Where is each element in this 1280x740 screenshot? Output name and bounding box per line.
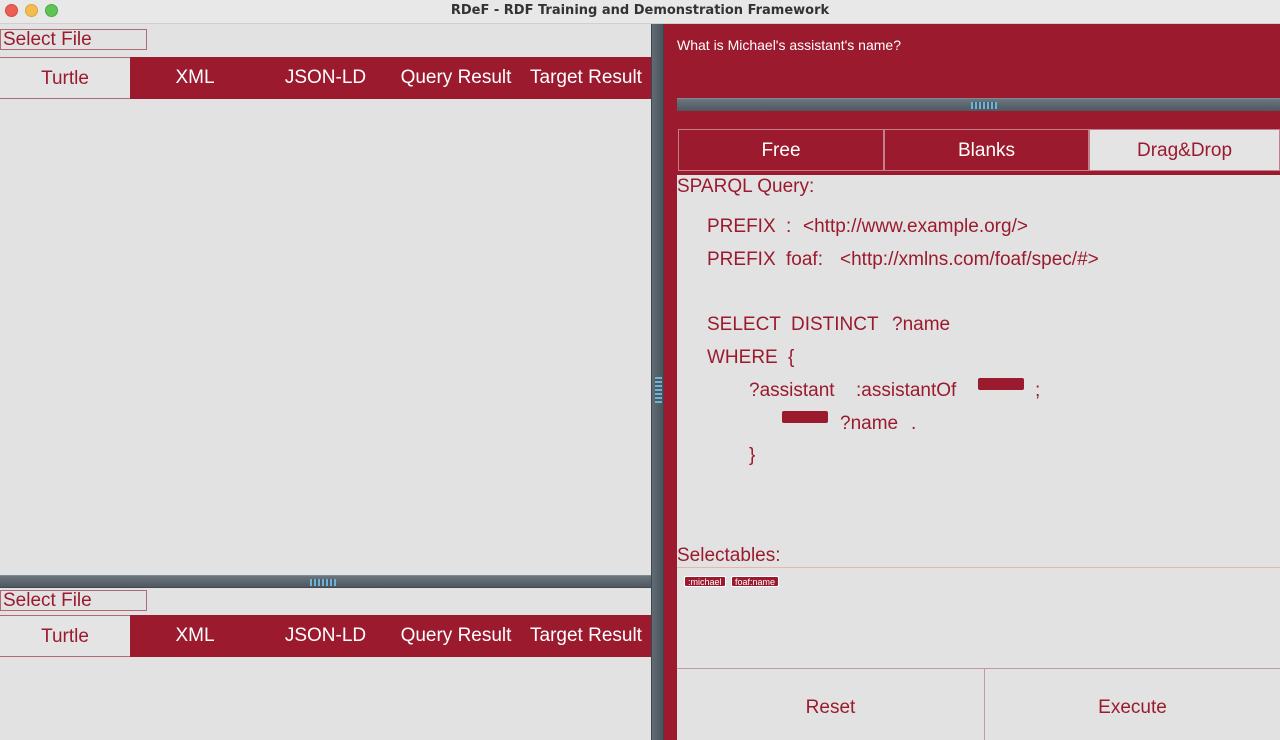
tab-blanks[interactable]: Blanks	[884, 129, 1089, 171]
window-title: RDeF - RDF Training and Demonstration Fr…	[450, 3, 830, 18]
tab-target-result-top[interactable]: Target Result	[521, 57, 651, 99]
tab-free[interactable]: Free	[678, 129, 884, 171]
action-buttons: Reset Execute	[677, 668, 1280, 740]
triple-terminator: .	[911, 413, 917, 434]
splitter-grip-icon	[971, 102, 997, 109]
prefix-namespace: foaf:	[786, 249, 823, 270]
tab-json-ld-top[interactable]: JSON-LD	[260, 57, 391, 99]
selectable-chip-foaf-name[interactable]: foaf:name	[731, 576, 780, 587]
drop-slot-object[interactable]	[978, 378, 1024, 390]
select-keyword: SELECT	[707, 314, 781, 335]
prefix-keyword: PREFIX	[707, 249, 776, 270]
selectables-divider	[677, 567, 1280, 568]
distinct-keyword: DISTINCT	[791, 314, 879, 335]
tab-drag-drop[interactable]: Drag&Drop	[1089, 129, 1280, 171]
select-file-button-bottom[interactable]: Select File	[0, 590, 147, 611]
tab-turtle-bottom[interactable]: Turtle	[0, 615, 130, 657]
select-file-button-top[interactable]: Select File	[0, 29, 147, 50]
selectable-chip-michael[interactable]: :michael	[684, 576, 726, 587]
triple-predicate: :assistantOf	[856, 380, 957, 401]
tab-query-result-top[interactable]: Query Result	[391, 57, 521, 99]
editor-area-bottom[interactable]	[0, 657, 651, 740]
format-tabs-top: Turtle XML JSON-LD Query Result Target R…	[0, 57, 651, 99]
selectables-label: Selectables:	[677, 545, 781, 566]
right-panel: What is Michael's assistant's name? Free…	[664, 24, 1280, 740]
splitter-grip-icon	[655, 377, 662, 403]
question-text: What is Michael's assistant's name?	[677, 37, 901, 53]
tab-xml-top[interactable]: XML	[130, 57, 260, 99]
query-builder: SPARQL Query: PREFIX : <http://www.examp…	[677, 175, 1280, 740]
prefix-iri: <http://xmlns.com/foaf/spec/#>	[840, 249, 1099, 270]
triple-separator: ;	[1035, 380, 1041, 401]
left-panel: Select File Turtle XML JSON-LD Query Res…	[0, 24, 651, 740]
title-bar: RDeF - RDF Training and Demonstration Fr…	[0, 0, 1280, 24]
sparql-query-label: SPARQL Query:	[677, 176, 815, 197]
splitter-grip-icon	[310, 579, 336, 586]
triple-subject: ?assistant	[749, 380, 835, 401]
editor-area-top[interactable]	[0, 99, 651, 575]
reset-button[interactable]: Reset	[677, 669, 985, 740]
prefix-keyword: PREFIX	[707, 216, 776, 237]
select-variable: ?name	[892, 314, 951, 335]
prefix-iri: <http://www.example.org/>	[803, 216, 1028, 237]
format-tabs-bottom: Turtle XML JSON-LD Query Result Target R…	[0, 615, 651, 657]
mode-tabs: Free Blanks Drag&Drop	[678, 129, 1280, 171]
drop-slot-predicate[interactable]	[782, 411, 828, 423]
horizontal-splitter-left[interactable]	[0, 575, 651, 588]
tab-target-result-bottom[interactable]: Target Result	[521, 615, 651, 657]
open-brace: {	[788, 347, 795, 368]
vertical-splitter[interactable]	[651, 24, 664, 740]
prefix-namespace: :	[786, 216, 792, 237]
tab-turtle-top[interactable]: Turtle	[0, 57, 130, 99]
horizontal-splitter-right[interactable]	[677, 98, 1280, 111]
tab-query-result-bottom[interactable]: Query Result	[391, 615, 521, 657]
tab-xml-bottom[interactable]: XML	[130, 615, 260, 657]
triple-object: ?name	[840, 413, 899, 434]
close-brace: }	[749, 445, 756, 466]
where-keyword: WHERE	[707, 347, 778, 368]
execute-button[interactable]: Execute	[985, 669, 1280, 740]
tab-json-ld-bottom[interactable]: JSON-LD	[260, 615, 391, 657]
